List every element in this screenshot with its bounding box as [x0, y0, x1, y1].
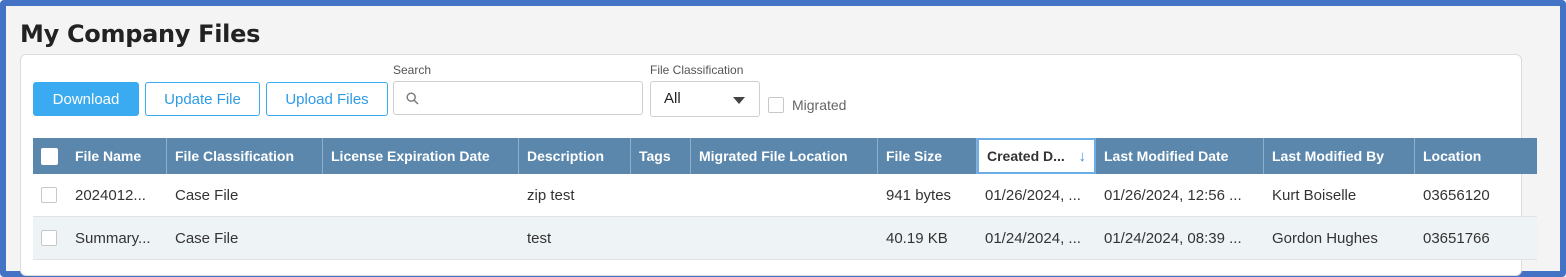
column-last-modified-date[interactable]: Last Modified Date	[1096, 138, 1264, 174]
cell-license-expiration	[323, 174, 519, 216]
cell-file-classification: Case File	[175, 229, 239, 247]
page-container: My Company Files Download Update File Up…	[6, 6, 1554, 276]
cell-last-modified-by: Gordon Hughes	[1272, 229, 1378, 247]
row-checkbox[interactable]	[41, 230, 57, 246]
cell-file-name[interactable]: 2024012...	[67, 174, 167, 216]
cell-file-size: 40.19 KB	[886, 229, 948, 247]
file-classification-select[interactable]: All	[650, 81, 760, 117]
cell-migrated-location	[691, 174, 878, 216]
cell-description: zip test	[527, 186, 575, 204]
cell-created-date: 01/26/2024, ...	[985, 186, 1081, 204]
column-location[interactable]: Location	[1415, 138, 1537, 174]
cell-created-date: 01/24/2024, ...	[985, 229, 1081, 247]
search-icon	[406, 92, 419, 105]
page-title: My Company Files	[20, 20, 261, 48]
cell-tags	[631, 174, 691, 216]
cell-file-classification: Case File	[175, 186, 239, 204]
migrated-label: Migrated	[792, 97, 847, 113]
column-last-modified-by[interactable]: Last Modified By	[1264, 138, 1415, 174]
search-label: Search	[393, 63, 432, 77]
column-migrated-file-location[interactable]: Migrated File Location	[691, 138, 878, 174]
chevron-down-icon	[733, 97, 745, 104]
cell-tags	[631, 217, 691, 259]
download-button[interactable]: Download	[33, 82, 139, 116]
column-created-date[interactable]: Created D... ↓	[977, 138, 1096, 174]
table-row[interactable]: Summary... Case File test 40.19 KB 01/24…	[33, 217, 1537, 260]
cell-description: test	[527, 229, 552, 247]
cell-license-expiration	[323, 217, 519, 259]
file-classification-value: All	[664, 90, 681, 107]
search-input[interactable]	[426, 86, 640, 112]
column-file-classification[interactable]: File Classification	[167, 138, 323, 174]
file-classification-label: File Classification	[650, 63, 744, 77]
upload-files-button[interactable]: Upload Files	[266, 82, 388, 116]
cell-last-modified-date: 01/24/2024, 08:39 ...	[1104, 229, 1242, 247]
column-created-date-label: Created D...	[987, 148, 1065, 164]
cell-last-modified-date: 01/26/2024, 12:56 ...	[1104, 186, 1242, 204]
cell-file-size: 941 bytes	[886, 186, 952, 204]
column-file-name[interactable]: File Name	[67, 138, 167, 174]
cell-migrated-location	[691, 217, 878, 259]
cell-file-name[interactable]: Summary...	[67, 217, 167, 259]
files-panel: Download Update File Upload Files Search…	[20, 54, 1537, 276]
table-header: File Name File Classification License Ex…	[33, 138, 1537, 174]
cell-location: 03656120	[1423, 186, 1490, 204]
sort-descending-icon: ↓	[1078, 148, 1087, 165]
select-all-checkbox[interactable]	[41, 148, 58, 165]
column-description[interactable]: Description	[519, 138, 631, 174]
row-checkbox[interactable]	[41, 187, 57, 203]
update-file-button[interactable]: Update File	[145, 82, 260, 116]
column-tags[interactable]: Tags	[631, 138, 691, 174]
column-file-size[interactable]: File Size	[878, 138, 977, 174]
search-field[interactable]	[393, 81, 643, 115]
cell-location: 03651766	[1423, 229, 1490, 247]
column-license-expiration-date[interactable]: License Expiration Date	[323, 138, 519, 174]
cell-last-modified-by: Kurt Boiselle	[1272, 186, 1357, 204]
migrated-checkbox[interactable]	[768, 97, 784, 113]
table-row[interactable]: 2024012... Case File zip test 941 bytes …	[33, 174, 1537, 217]
